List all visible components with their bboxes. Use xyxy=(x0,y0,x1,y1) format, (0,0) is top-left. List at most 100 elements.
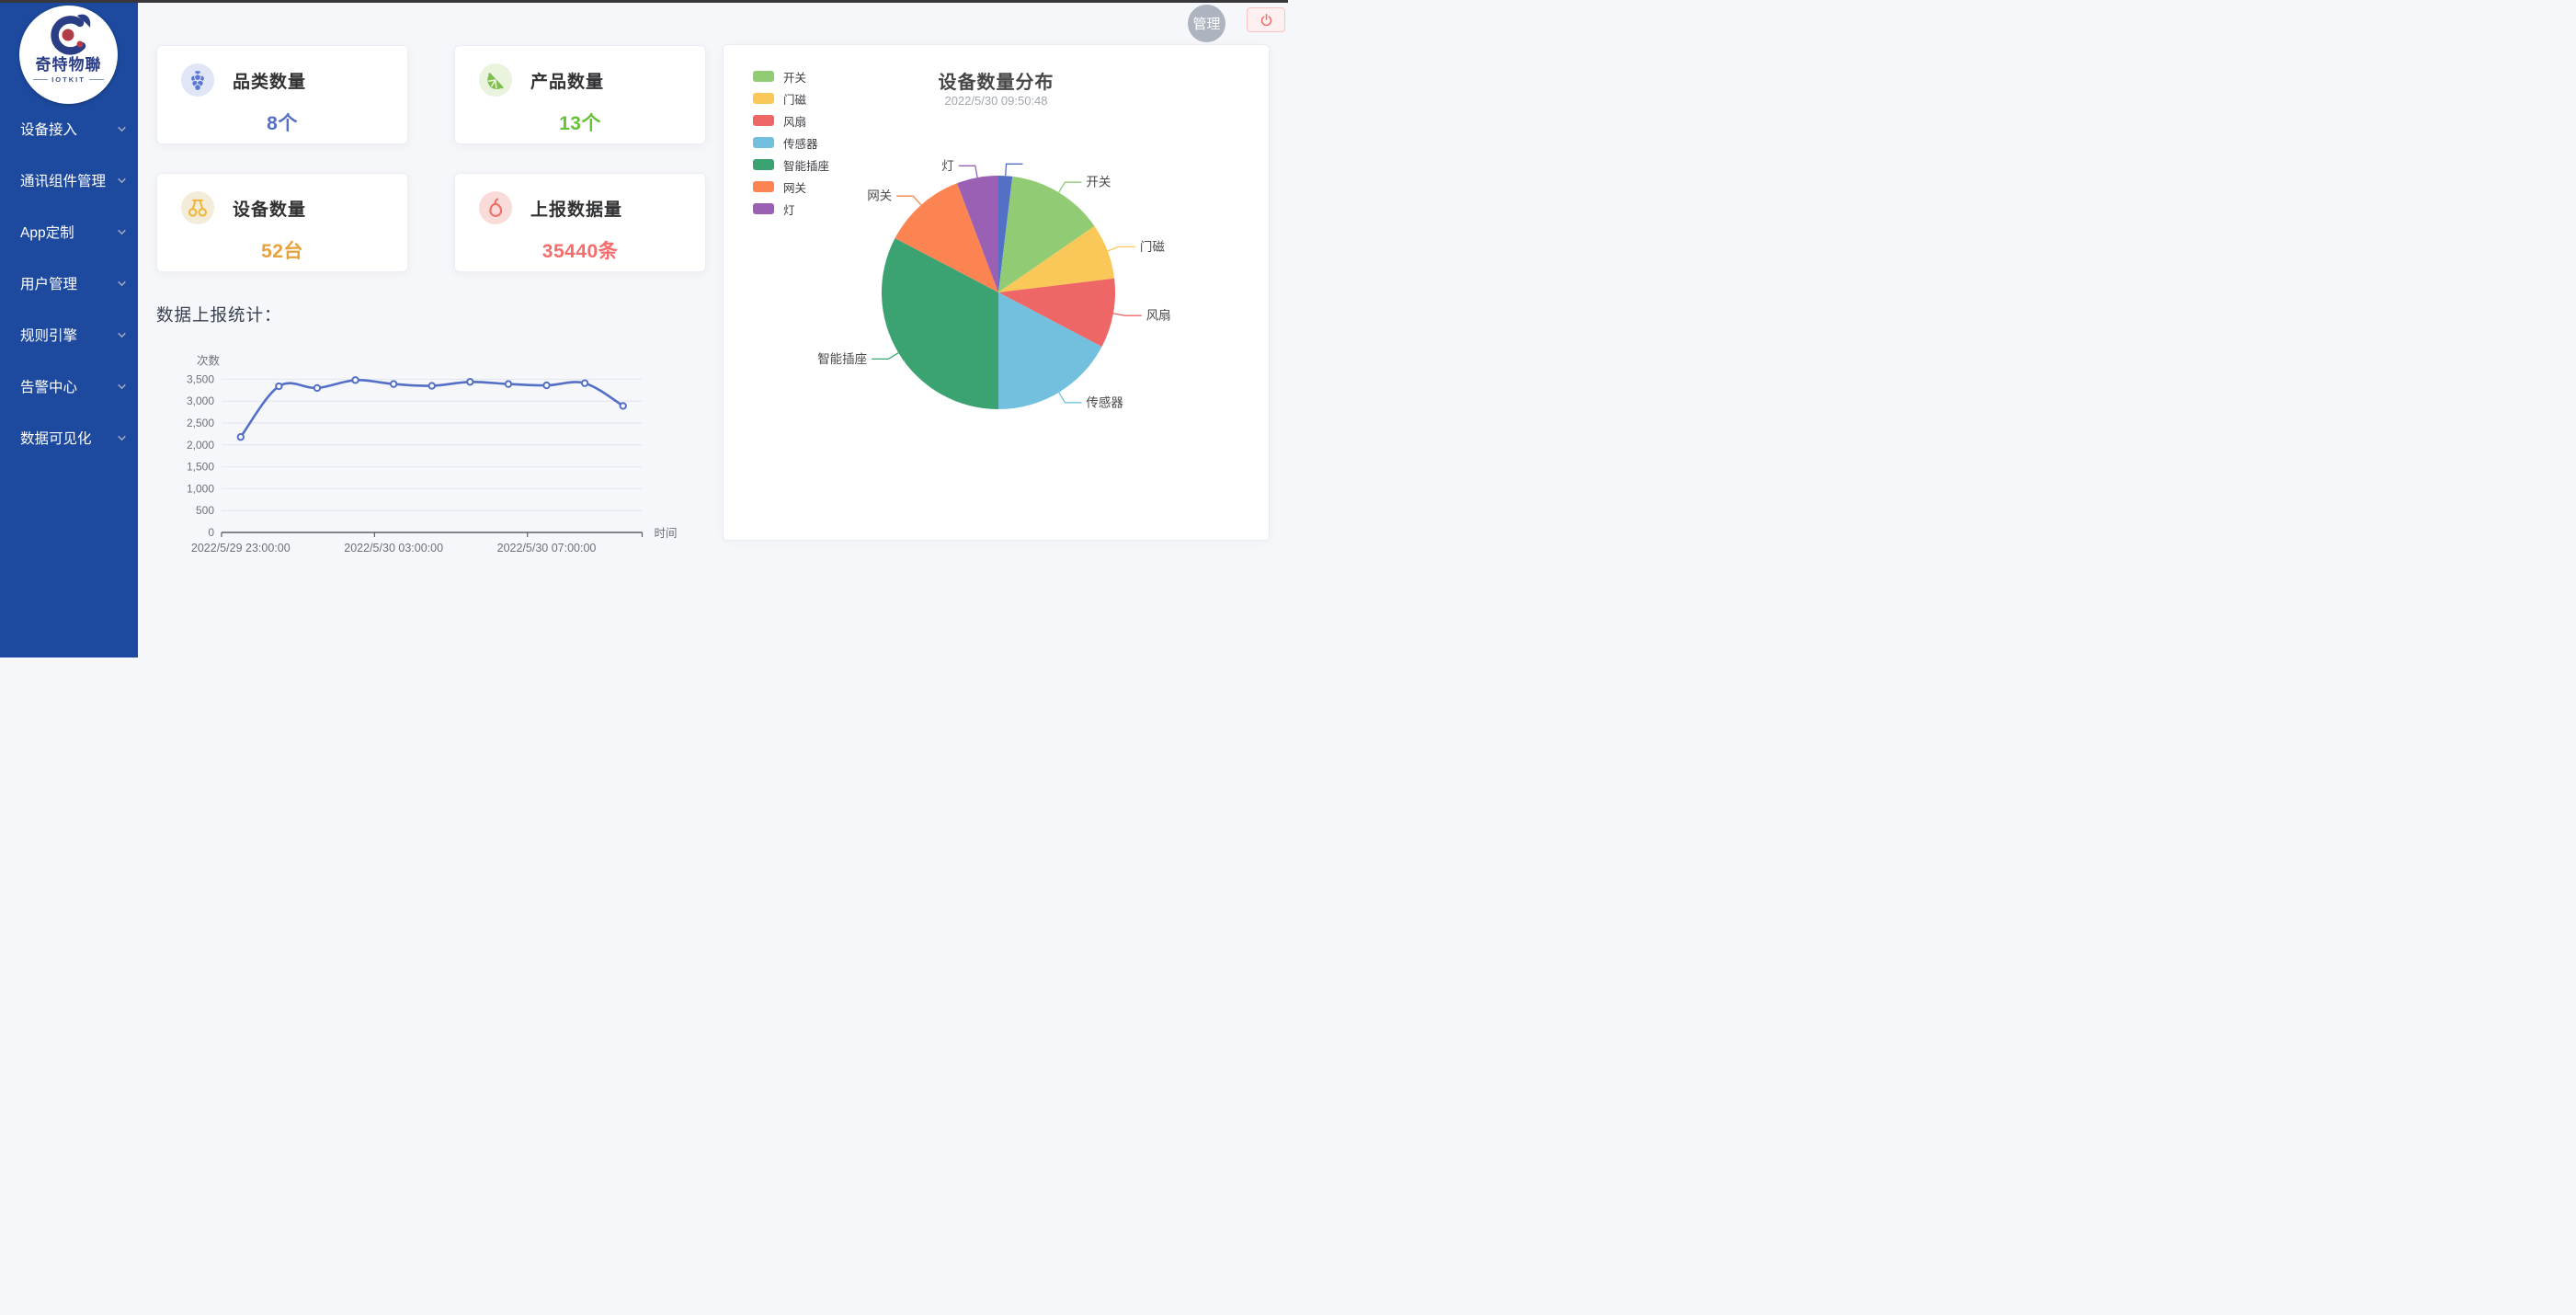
sidebar-item-label: 规则引擎 xyxy=(20,325,77,345)
pie-label-line xyxy=(896,196,921,205)
grape-icon xyxy=(181,63,214,97)
data-point xyxy=(314,385,320,391)
x-axis-name: 时间 xyxy=(655,527,678,540)
pie-slice-label: 传感器 xyxy=(1086,394,1123,409)
y-tick-label: 1,500 xyxy=(187,461,214,474)
stat-value: 52台 xyxy=(157,236,407,264)
pie-card: 设备数量分布 2022/5/30 09:50:48 开关门磁风扇传感器智能插座网… xyxy=(723,44,1270,541)
logout-button[interactable] xyxy=(1247,7,1285,32)
stat-title: 产品数量 xyxy=(530,68,604,93)
legend-item-传感器[interactable]: 传感器 xyxy=(753,132,829,154)
stat-title: 设备数量 xyxy=(233,196,306,221)
x-tick-label: 2022/5/29 23:00:00 xyxy=(191,542,291,555)
sidebar-item-label: 数据可见化 xyxy=(20,428,92,448)
power-icon xyxy=(1260,13,1273,27)
legend-item-开关[interactable]: 开关 xyxy=(753,65,829,87)
avatar[interactable]: 管理 xyxy=(1188,5,1225,42)
pie-slice-label: 网关 xyxy=(867,189,892,203)
stat-card-categories: 品类数量 8个 xyxy=(156,45,408,144)
stat-title: 品类数量 xyxy=(233,68,306,93)
pie-label-line xyxy=(959,166,977,177)
line-chart: 05001,0001,5002,0002,5003,0003,500次数时间20… xyxy=(170,316,703,592)
legend-swatch xyxy=(753,93,774,104)
pie-label-line xyxy=(1059,393,1082,403)
y-tick-label: 3,000 xyxy=(187,394,214,407)
legend-item-灯[interactable]: 灯 xyxy=(753,198,829,220)
pie-slice-label: 灯 xyxy=(941,159,954,173)
pear-icon xyxy=(479,191,512,224)
data-point xyxy=(352,377,358,383)
data-point xyxy=(621,403,626,408)
data-point xyxy=(276,383,281,389)
brand-name: 奇特物聯 xyxy=(19,57,118,74)
data-point xyxy=(238,434,244,440)
legend-item-门磁[interactable]: 门磁 xyxy=(753,87,829,109)
sidebar-item-App定制[interactable]: App定制 xyxy=(0,206,138,257)
legend-swatch xyxy=(753,137,774,148)
stat-card-devices: 设备数量 52台 xyxy=(156,173,408,272)
legend-item-智能插座[interactable]: 智能插座 xyxy=(753,154,829,176)
sidebar-item-设备接入[interactable]: 设备接入 xyxy=(0,103,138,154)
chevron-down-icon xyxy=(116,278,128,290)
legend-swatch xyxy=(753,71,774,82)
sidebar-item-数据可见化[interactable]: 数据可见化 xyxy=(0,412,138,463)
legend-label: 灯 xyxy=(783,200,795,218)
legend-label: 门磁 xyxy=(783,90,806,108)
legend-label: 开关 xyxy=(783,68,806,86)
chevron-down-icon xyxy=(116,175,128,187)
y-tick-label: 500 xyxy=(196,504,214,517)
stat-value: 13个 xyxy=(455,109,705,136)
legend-swatch xyxy=(753,203,774,214)
x-tick-label: 2022/5/30 03:00:00 xyxy=(344,542,443,555)
data-point xyxy=(467,379,473,384)
sidebar-item-告警中心[interactable]: 告警中心 xyxy=(0,360,138,412)
chevron-down-icon xyxy=(116,226,128,238)
sidebar-item-label: 通讯组件管理 xyxy=(20,170,106,190)
brand-logo: 奇特物聯 IOTKIT xyxy=(19,6,118,104)
sidebar-menu: 设备接入通讯组件管理 App定制用户管理规则引擎告警中心数据可见化 xyxy=(0,103,138,463)
legend-label: 智能插座 xyxy=(783,156,829,174)
sidebar: 奇特物聯 IOTKIT 设备接入通讯组件管理 App定制用户管理规则引擎告警中心数… xyxy=(0,0,138,658)
iotkit-logo-icon xyxy=(19,12,118,56)
y-tick-label: 0 xyxy=(208,526,214,539)
y-tick-label: 1,000 xyxy=(187,482,214,495)
data-point xyxy=(429,383,435,388)
pie-label-line xyxy=(872,353,898,360)
pie-slice-label: 风扇 xyxy=(1146,309,1171,323)
pie-slice-label: 开关 xyxy=(1086,176,1111,189)
stat-title: 上报数据量 xyxy=(530,196,622,221)
pie-slice-label: 智能插座 xyxy=(817,352,867,366)
sidebar-item-用户管理[interactable]: 用户管理 xyxy=(0,257,138,309)
legend-item-网关[interactable]: 网关 xyxy=(753,176,829,198)
stat-value: 8个 xyxy=(157,109,407,136)
sidebar-item-label: App定制 xyxy=(20,222,74,242)
pie-label-line xyxy=(1108,246,1135,251)
cherry-icon xyxy=(181,191,214,224)
chevron-down-icon xyxy=(116,381,128,393)
y-tick-label: 2,500 xyxy=(187,417,214,429)
stat-card-reported-data: 上报数据量 35440条 xyxy=(454,173,706,272)
brand-subtitle: IOTKIT xyxy=(19,75,118,84)
lime-icon xyxy=(479,63,512,97)
data-point xyxy=(506,381,511,386)
pie-label-line xyxy=(1113,314,1142,315)
pie-label-line xyxy=(1059,182,1082,192)
legend-label: 风扇 xyxy=(783,112,806,130)
data-point xyxy=(582,380,587,385)
legend-swatch xyxy=(753,159,774,170)
legend-item-风扇[interactable]: 风扇 xyxy=(753,109,829,132)
stat-card-products: 产品数量 13个 xyxy=(454,45,706,144)
pie-slice-label: 门磁 xyxy=(1140,240,1165,254)
pie-legend: 开关门磁风扇传感器智能插座网关灯 xyxy=(753,65,829,220)
sidebar-item-通讯组件管理[interactable]: 通讯组件管理 xyxy=(0,154,138,206)
data-point xyxy=(543,383,549,388)
sidebar-item-label: 用户管理 xyxy=(20,273,77,293)
legend-swatch xyxy=(753,181,774,192)
y-tick-label: 3,500 xyxy=(187,372,214,385)
sidebar-item-label: 设备接入 xyxy=(20,119,77,139)
sidebar-item-规则引擎[interactable]: 规则引擎 xyxy=(0,309,138,360)
sidebar-item-label: 告警中心 xyxy=(20,376,77,396)
stat-value: 35440条 xyxy=(455,236,705,264)
y-tick-label: 2,000 xyxy=(187,439,214,452)
chevron-down-icon xyxy=(116,432,128,444)
